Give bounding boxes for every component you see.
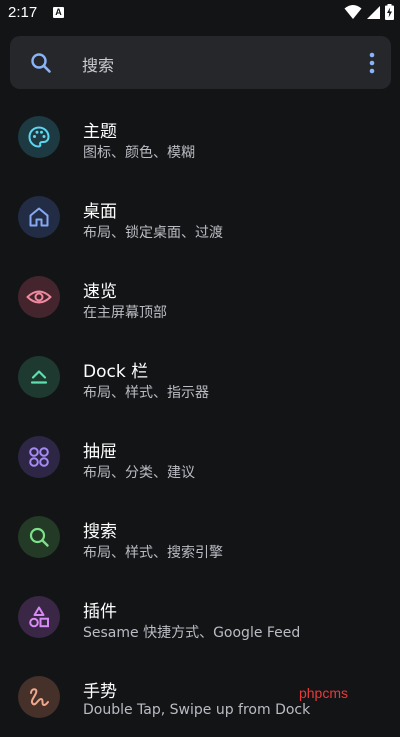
apps-grid-icon <box>18 436 60 478</box>
item-subtitle: 布局、锁定桌面、过渡 <box>83 225 223 241</box>
item-title: 桌面 <box>83 202 117 222</box>
item-title: 搜索 <box>83 522 117 542</box>
item-title: 速览 <box>83 282 117 302</box>
item-title: 插件 <box>83 602 117 622</box>
item-subtitle: 在主屏幕顶部 <box>83 305 167 321</box>
shapes-icon <box>18 596 60 638</box>
item-subtitle: 布局、样式、指示器 <box>83 385 209 401</box>
item-subtitle: 布局、分类、建议 <box>83 465 195 481</box>
dock-icon <box>18 356 60 398</box>
search-input[interactable]: 搜索 <box>82 52 114 76</box>
list-item-glance[interactable]: 速览 在主屏幕顶部 <box>0 257 400 337</box>
eye-icon <box>18 276 60 318</box>
home-icon <box>18 196 60 238</box>
search-bar[interactable]: 搜索 <box>10 36 391 89</box>
gesture-icon <box>18 676 60 718</box>
cellular-signal-icon <box>367 5 380 19</box>
status-time: 2:17 <box>8 4 38 21</box>
palette-icon <box>18 116 60 158</box>
item-title: 手势 <box>83 682 117 702</box>
list-item-search[interactable]: 搜索 布局、样式、搜索引擎 <box>0 497 400 577</box>
list-item-plugins[interactable]: 插件 Sesame 快捷方式、Google Feed <box>0 577 400 657</box>
status-bar: 2:17 A <box>0 0 400 28</box>
item-title: 抽屉 <box>83 442 117 462</box>
status-icons <box>344 4 394 20</box>
item-title: Dock 栏 <box>83 362 149 382</box>
search-icon <box>18 516 60 558</box>
list-item-drawer[interactable]: 抽屉 布局、分类、建议 <box>0 417 400 497</box>
item-subtitle: Double Tap, Swipe up from Dock <box>83 702 311 718</box>
battery-charging-icon <box>385 4 394 20</box>
wifi-icon <box>344 5 362 19</box>
list-item-dock[interactable]: Dock 栏 布局、样式、指示器 <box>0 337 400 417</box>
item-subtitle: 布局、样式、搜索引擎 <box>83 545 223 561</box>
search-icon[interactable] <box>29 51 53 75</box>
notification-badge-icon: A <box>53 7 64 18</box>
item-title: 主题 <box>83 122 117 142</box>
more-vert-icon[interactable] <box>369 52 375 74</box>
list-item-theme[interactable]: 主题 图标、颜色、模糊 <box>0 97 400 177</box>
item-subtitle: Sesame 快捷方式、Google Feed <box>83 625 301 641</box>
watermark: phpcms <box>298 685 348 701</box>
item-subtitle: 图标、颜色、模糊 <box>83 145 195 161</box>
list-item-desktop[interactable]: 桌面 布局、锁定桌面、过渡 <box>0 177 400 257</box>
